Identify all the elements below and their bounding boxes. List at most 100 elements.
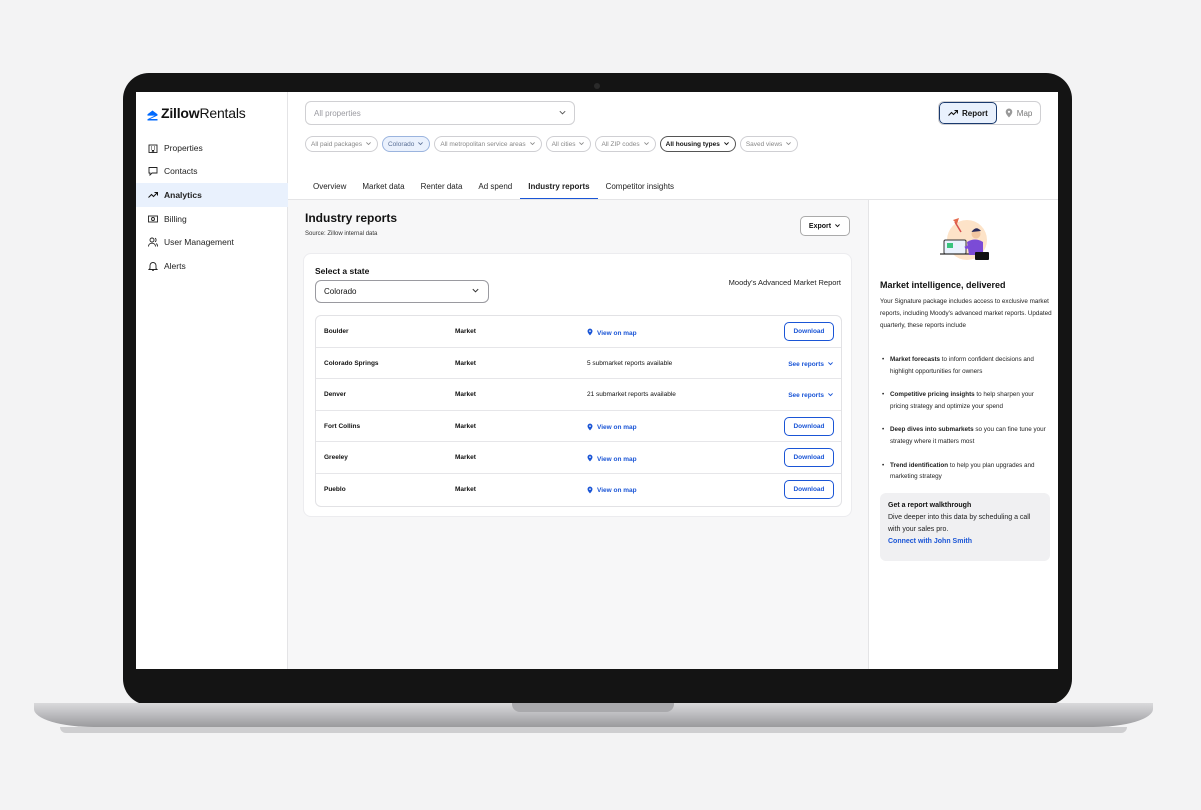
download-button[interactable]: Download bbox=[784, 416, 834, 436]
filter-label: All cities bbox=[551, 140, 576, 148]
sidebar-item-label: Analytics bbox=[164, 189, 202, 200]
view-on-map-link[interactable]: View on map bbox=[587, 486, 637, 496]
download-button[interactable]: Download bbox=[784, 479, 834, 499]
view-toggle: Report Map bbox=[938, 101, 1042, 125]
tab-bar: Overview Market data Renter data Ad spen… bbox=[305, 177, 682, 200]
sidebar-item-billing[interactable]: Billing bbox=[136, 207, 288, 231]
filter-label: Colorado bbox=[387, 140, 415, 148]
submarket-count: 5 submarket reports available bbox=[587, 359, 673, 367]
chevron-down-icon bbox=[471, 286, 480, 297]
sidebar-item-analytics[interactable]: Analytics bbox=[136, 183, 288, 207]
filter-cities[interactable]: All cities bbox=[545, 136, 592, 152]
filter-zip-codes[interactable]: All ZIP codes bbox=[595, 136, 656, 152]
logo[interactable]: Zillow Rentals bbox=[147, 105, 246, 121]
sidebar-item-properties[interactable]: Properties bbox=[136, 136, 288, 160]
walkthrough-title: Get a report walkthrough bbox=[888, 502, 972, 509]
chevron-down-icon bbox=[834, 222, 841, 231]
row-name: Colorado Springs bbox=[324, 359, 379, 367]
row-type: Market bbox=[455, 485, 476, 493]
sidebar-item-label: Alerts bbox=[164, 260, 186, 271]
table-row: Colorado Springs Market 5 submarket repo… bbox=[316, 348, 841, 380]
table-row: Boulder Market View on map Download bbox=[316, 316, 841, 348]
person-at-laptop-illustration bbox=[935, 210, 995, 270]
select-state-label: Select a state bbox=[315, 266, 370, 276]
export-button[interactable]: Export bbox=[800, 216, 850, 236]
filter-label: All paid packages bbox=[311, 140, 362, 148]
filter-housing-types[interactable]: All housing types bbox=[659, 136, 736, 152]
row-type: Market bbox=[455, 359, 476, 367]
link-label: View on map bbox=[597, 487, 637, 495]
reports-card: Select a state Colorado Moody's Advanced… bbox=[303, 253, 852, 517]
row-type: Market bbox=[455, 328, 476, 335]
row-name: Fort Collins bbox=[324, 422, 361, 430]
feature-title: Trend identification bbox=[890, 461, 949, 469]
report-view-button[interactable]: Report bbox=[939, 102, 997, 124]
view-on-map-link[interactable]: View on map bbox=[587, 454, 637, 464]
connect-sales-link[interactable]: Connect with John Smith bbox=[888, 538, 1042, 545]
filter-metro-areas[interactable]: All metropolitan service areas bbox=[434, 136, 542, 152]
tab-market-data[interactable]: Market data bbox=[354, 177, 412, 200]
view-on-map-link[interactable]: View on map bbox=[587, 328, 637, 338]
row-name: Greeley bbox=[324, 454, 348, 462]
see-reports-label: See reports bbox=[788, 360, 824, 368]
trend-icon bbox=[147, 189, 159, 201]
see-reports-button[interactable]: See reports bbox=[788, 391, 834, 400]
feature-title: Deep dives into submarkets bbox=[890, 426, 974, 434]
top-bar: All properties Report Map All paid packa… bbox=[288, 92, 1058, 200]
row-type: Market bbox=[455, 422, 476, 430]
chevron-down-icon bbox=[578, 140, 585, 149]
filter-saved-views[interactable]: Saved views bbox=[739, 136, 799, 152]
tab-ad-spend[interactable]: Ad spend bbox=[470, 177, 520, 200]
row-type: Market bbox=[455, 454, 476, 462]
tab-industry-reports[interactable]: Industry reports bbox=[520, 177, 598, 200]
tab-renter-data[interactable]: Renter data bbox=[413, 177, 471, 200]
money-icon bbox=[147, 213, 159, 225]
report-view-label: Report bbox=[962, 108, 988, 118]
chevron-down-icon bbox=[723, 140, 730, 149]
property-select[interactable]: All properties bbox=[305, 101, 575, 125]
map-pin-icon bbox=[587, 486, 593, 496]
chevron-down-icon bbox=[827, 360, 834, 369]
row-type: Market bbox=[455, 391, 476, 399]
download-button[interactable]: Download bbox=[784, 322, 834, 341]
page-source: Source: Zillow internal data bbox=[305, 231, 378, 237]
map-view-label: Map bbox=[1016, 108, 1033, 118]
map-view-button[interactable]: Map bbox=[997, 102, 1041, 124]
logo-brand: Zillow bbox=[161, 105, 200, 121]
map-pin-icon bbox=[587, 423, 593, 433]
promo-panel: Market intelligence, delivered Your Sign… bbox=[868, 199, 1058, 669]
sidebar-item-alerts[interactable]: Alerts bbox=[136, 254, 288, 278]
tab-overview[interactable]: Overview bbox=[305, 177, 354, 200]
walkthrough-body: Dive deeper into this data by scheduling… bbox=[888, 514, 1031, 533]
trend-icon bbox=[948, 109, 958, 117]
download-button[interactable]: Download bbox=[784, 448, 834, 468]
row-name: Boulder bbox=[324, 328, 349, 335]
filter-paid-packages[interactable]: All paid packages bbox=[305, 136, 378, 152]
view-on-map-link[interactable]: View on map bbox=[587, 423, 637, 433]
bell-icon bbox=[147, 260, 159, 272]
see-reports-label: See reports bbox=[788, 392, 824, 400]
tab-competitor-insights[interactable]: Competitor insights bbox=[598, 177, 682, 200]
row-name: Pueblo bbox=[324, 485, 346, 493]
laptop-base-shadow bbox=[60, 727, 1127, 733]
building-icon bbox=[147, 142, 159, 154]
list-item: Competitive pricing insights to help sha… bbox=[880, 389, 1052, 413]
laptop-base bbox=[34, 703, 1153, 727]
filter-state[interactable]: Colorado bbox=[381, 136, 431, 152]
laptop-lid: Zillow Rentals Properties Contacts Analy… bbox=[123, 73, 1072, 705]
link-label: View on map bbox=[597, 329, 637, 337]
sidebar-item-label: Properties bbox=[164, 142, 203, 153]
map-pin-icon bbox=[587, 328, 593, 338]
users-icon bbox=[147, 236, 159, 248]
see-reports-button[interactable]: See reports bbox=[788, 360, 834, 369]
map-pin-icon bbox=[587, 454, 593, 464]
state-select[interactable]: Colorado bbox=[315, 280, 489, 303]
sidebar-item-label: Billing bbox=[164, 213, 187, 224]
sidebar-item-user-management[interactable]: User Management bbox=[136, 230, 288, 254]
chevron-down-icon bbox=[529, 140, 536, 149]
sidebar-item-label: User Management bbox=[164, 237, 234, 248]
sidebar-item-label: Contacts bbox=[164, 166, 198, 177]
filter-label: All metropolitan service areas bbox=[440, 140, 526, 148]
chevron-down-icon bbox=[827, 391, 834, 400]
sidebar-item-contacts[interactable]: Contacts bbox=[136, 160, 288, 184]
